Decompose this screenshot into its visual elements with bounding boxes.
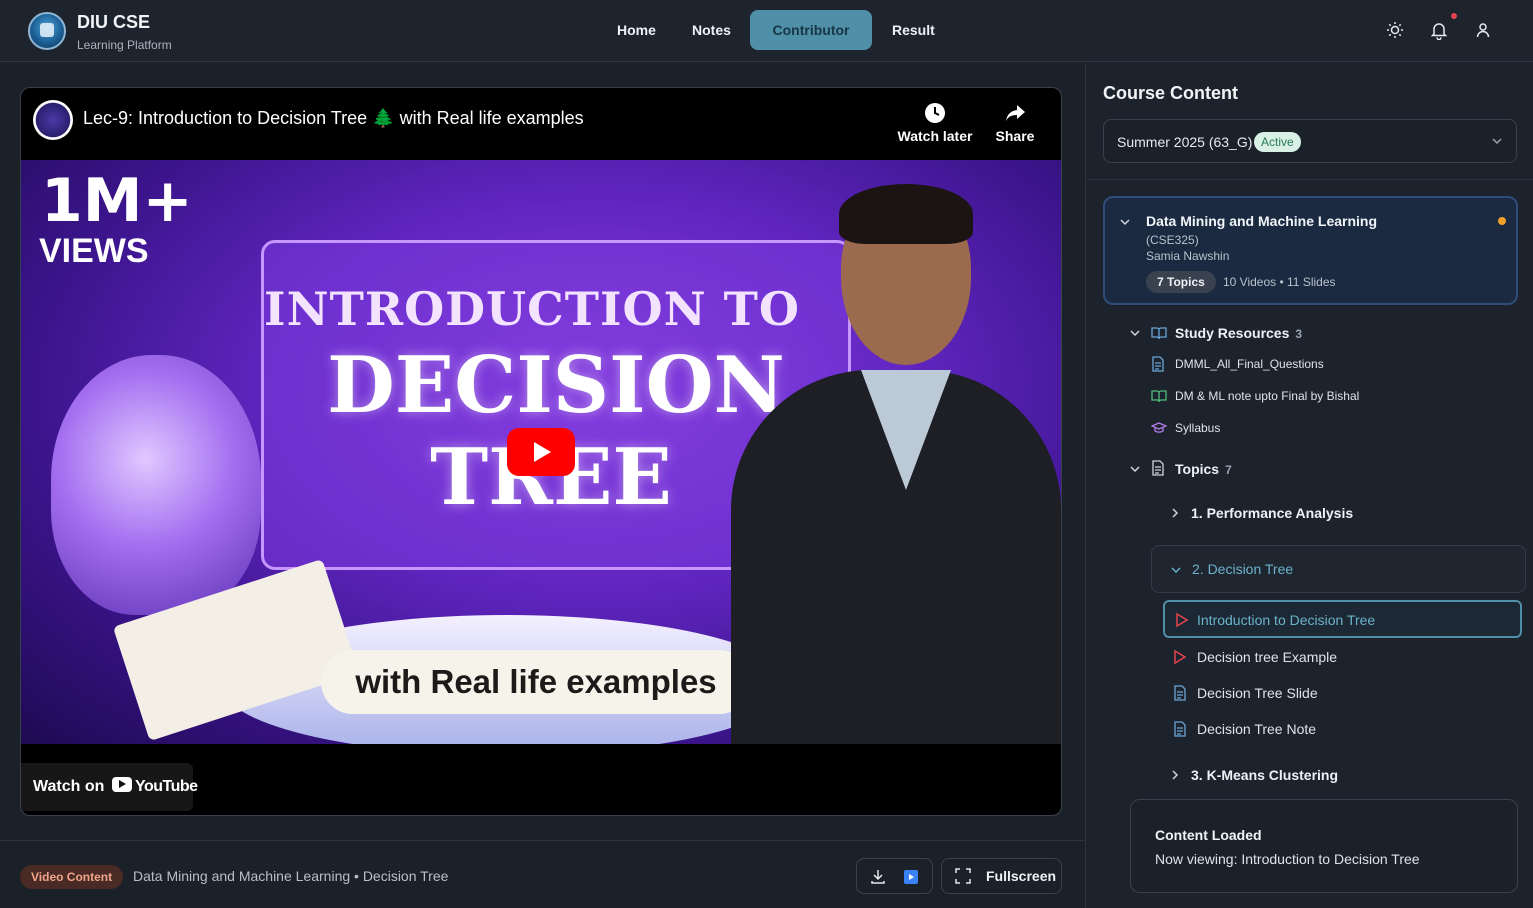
course-content-title: Course Content <box>1103 83 1238 103</box>
lesson-label: Decision Tree Slide <box>1197 685 1318 701</box>
document-icon <box>1174 721 1186 737</box>
fullscreen-button[interactable]: Fullscreen <box>941 858 1062 894</box>
course-stats: 10 Videos • 11 Slides <box>1223 275 1336 289</box>
share-arrow-icon <box>1006 105 1025 121</box>
play-button[interactable] <box>507 428 575 476</box>
document-icon <box>1152 356 1164 372</box>
topic-label: 1. Performance Analysis <box>1191 505 1354 521</box>
active-badge: Active <box>1254 132 1301 152</box>
clock-icon <box>925 103 945 123</box>
lesson-item-active[interactable]: Introduction to Decision Tree <box>1163 600 1522 638</box>
lesson-label: Introduction to Decision Tree <box>1197 612 1376 628</box>
video-title[interactable]: Lec-9: Introduction to Decision Tree 🌲 w… <box>83 108 584 129</box>
open-book-icon <box>1151 327 1167 340</box>
topic-item[interactable]: 1. Performance Analysis <box>1169 503 1509 523</box>
video-thumbnail[interactable]: 1M+ VIEWS INTRODUCTION TO DECISION TREE … <box>21 160 1061 744</box>
watch-on-label: Watch on <box>33 778 105 795</box>
user-icon[interactable] <box>1473 20 1493 40</box>
topic-label: 3. K-Means Clustering <box>1191 767 1339 783</box>
toast-notification[interactable]: Content Loaded Now viewing: Introduction… <box>1130 799 1518 893</box>
course-teacher: Samia Nawshin <box>1146 249 1230 263</box>
resource-label: DM & ML note upto Final by Bishal <box>1175 389 1360 403</box>
youtube-player[interactable]: Lec-9: Introduction to Decision Tree 🌲 w… <box>20 87 1062 816</box>
sun-icon[interactable] <box>1385 20 1405 40</box>
thumbnail-views-count: 1M+ <box>41 166 193 236</box>
lesson-label: Decision Tree Note <box>1197 721 1317 737</box>
toast-title: Content Loaded <box>1155 827 1262 843</box>
course-name: Data Mining and Machine Learning <box>1146 213 1378 229</box>
download-icon[interactable] <box>869 868 887 886</box>
graduation-cap-icon <box>1151 422 1167 433</box>
video-info-bar: Video Content Data Mining and Machine Le… <box>0 840 1086 908</box>
topic-label: 2. Decision Tree <box>1192 561 1294 577</box>
brand-subtitle: Learning Platform <box>77 38 172 52</box>
chevron-down-icon[interactable] <box>1119 216 1131 228</box>
thumbnail-banner: with Real life examples <box>321 650 751 714</box>
fullscreen-label: Fullscreen <box>986 868 1057 884</box>
chevron-down-icon <box>1130 330 1140 337</box>
lesson-label: Decision tree Example <box>1197 649 1338 665</box>
play-icon <box>1174 649 1187 665</box>
document-icon <box>1152 460 1164 476</box>
watch-later-button[interactable]: Watch later <box>895 102 975 144</box>
nav-notes[interactable]: Notes <box>692 10 731 50</box>
resource-item[interactable]: DM & ML note upto Final by Bishal <box>1151 387 1511 405</box>
play-icon <box>1176 612 1189 628</box>
topics-count: 7 <box>1225 463 1232 477</box>
chevron-right-icon <box>1172 508 1179 518</box>
chevron-down-icon <box>1130 466 1140 473</box>
resource-item[interactable]: Syllabus <box>1151 419 1511 437</box>
course-content-sidebar: Course Content Summer 2025 (63_G) Active… <box>1087 63 1533 908</box>
term-select[interactable]: Summer 2025 (63_G) Active <box>1103 119 1517 163</box>
main-content: Lec-9: Introduction to Decision Tree 🌲 w… <box>0 63 1086 908</box>
play-video-icon[interactable] <box>902 868 920 886</box>
topic-item[interactable]: 3. K-Means Clustering <box>1169 765 1509 785</box>
youtube-wordmark: YouTube <box>135 778 198 795</box>
divider <box>1087 179 1533 180</box>
resource-label: DMML_All_Final_Questions <box>1175 357 1324 371</box>
topics-count-pill: 7 Topics <box>1146 271 1216 293</box>
brand-title: DIU CSE <box>77 12 151 32</box>
term-label: Summer 2025 (63_G) <box>1117 134 1253 150</box>
bell-icon[interactable] <box>1429 20 1449 41</box>
share-label: Share <box>995 128 1035 144</box>
nav-contributor[interactable]: Contributor <box>750 10 872 50</box>
lesson-item[interactable]: Decision Tree Slide <box>1173 683 1513 703</box>
toast-message: Now viewing: Introduction to Decision Tr… <box>1155 851 1420 867</box>
course-card[interactable]: Data Mining and Machine Learning (CSE325… <box>1103 196 1518 305</box>
nav-home[interactable]: Home <box>617 10 656 50</box>
video-actions-group <box>856 858 933 894</box>
chevron-right-icon <box>1172 770 1179 780</box>
breadcrumb: Data Mining and Machine Learning • Decis… <box>133 868 449 884</box>
study-resources-count: 3 <box>1295 327 1303 341</box>
topic-item-expanded[interactable]: 2. Decision Tree <box>1151 545 1526 593</box>
watch-on-youtube-button[interactable]: Watch on YouTube <box>21 763 198 811</box>
lesson-item[interactable]: Decision Tree Note <box>1173 719 1513 739</box>
top-navigation-bar: DIU CSE Learning Platform Home Notes Con… <box>0 0 1533 62</box>
thumbnail-views-label: VIEWS <box>39 232 149 270</box>
lesson-item[interactable]: Decision tree Example <box>1173 647 1513 667</box>
channel-avatar[interactable] <box>33 100 73 140</box>
status-dot <box>1498 217 1506 225</box>
nav-result[interactable]: Result <box>892 10 935 50</box>
resource-label: Syllabus <box>1175 421 1221 435</box>
course-code: (CSE325) <box>1146 233 1199 247</box>
study-resources-title: Study Resources 3 <box>1175 325 1303 341</box>
chevron-down-icon <box>1171 567 1181 574</box>
book-icon <box>1151 390 1167 403</box>
resource-item[interactable]: DMML_All_Final_Questions <box>1151 355 1511 373</box>
share-button[interactable]: Share <box>975 102 1055 144</box>
content-type-badge: Video Content <box>20 865 124 889</box>
watch-later-label: Watch later <box>897 128 973 144</box>
youtube-logo-icon <box>112 777 132 792</box>
chevron-down-icon <box>1492 138 1502 145</box>
topics-section[interactable]: Topics 7 <box>1129 459 1509 479</box>
presenter-photo <box>721 184 1061 744</box>
fullscreen-icon <box>955 868 971 884</box>
study-resources-section[interactable]: Study Resources 3 <box>1129 323 1509 343</box>
notification-dot <box>1451 13 1457 19</box>
diu-logo[interactable] <box>28 12 66 50</box>
document-icon <box>1174 685 1186 701</box>
topics-title: Topics 7 <box>1175 461 1232 477</box>
